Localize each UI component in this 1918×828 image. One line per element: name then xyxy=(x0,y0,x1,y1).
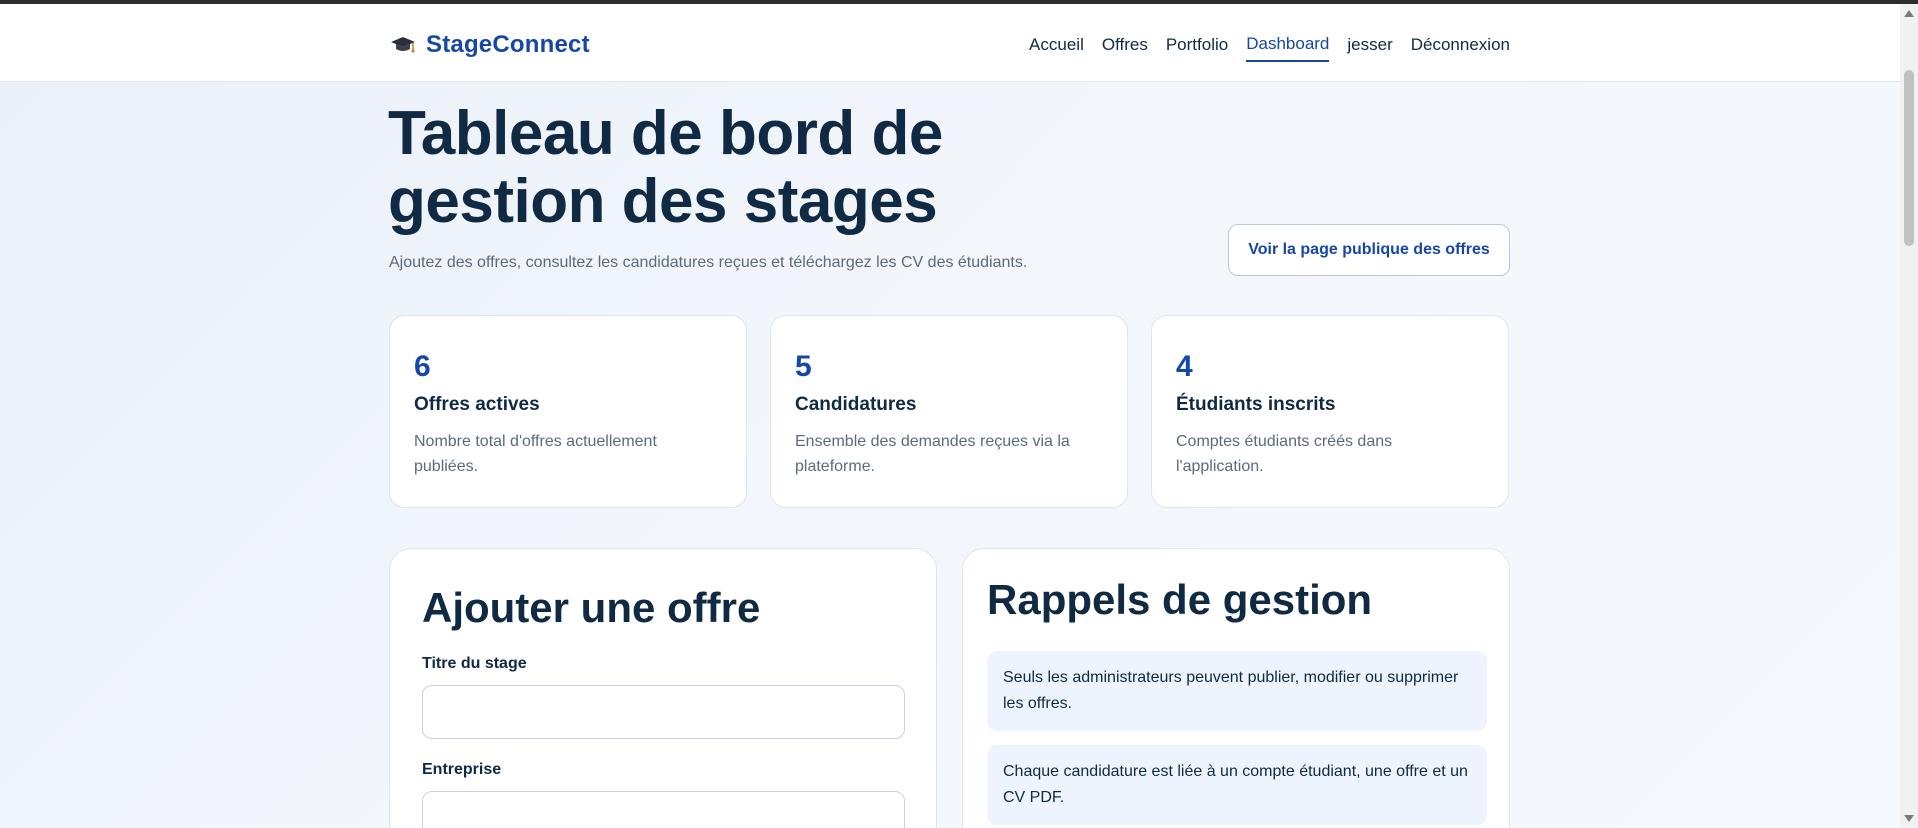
vertical-scrollbar[interactable] xyxy=(1900,4,1918,828)
navbar: StageConnect Accueil Offres Portfolio Da… xyxy=(0,4,1900,82)
stat-description: Ensemble des demandes reçues via la plat… xyxy=(795,433,1070,475)
field-label-title: Titre du stage xyxy=(422,655,527,672)
add-offer-title: Ajouter une offre xyxy=(422,584,761,631)
nav-link-user[interactable]: jesser xyxy=(1347,35,1392,61)
reminder-item: Chaque candidature est liée à un compte … xyxy=(987,745,1487,825)
add-offer-panel: Ajouter une offre Titre du stage Entrepr… xyxy=(389,548,937,828)
stat-description: Nombre total d'offres actuellement publi… xyxy=(414,433,657,475)
reminders-title: Rappels de gestion xyxy=(987,576,1373,623)
brand-name: StageConnect xyxy=(426,31,590,58)
nav-link-offres[interactable]: Offres xyxy=(1102,35,1148,61)
graduation-cap-icon xyxy=(391,37,415,53)
stat-description: Comptes étudiants créés dans l'applicati… xyxy=(1176,433,1393,475)
public-offers-button[interactable]: Voir la page publique des offres xyxy=(1228,224,1510,276)
stat-card-applications: 5 Candidatures Ensemble des demandes reç… xyxy=(770,315,1128,508)
internship-title-input[interactable] xyxy=(422,685,905,739)
page-subtitle: Ajoutez des offres, consultez les candid… xyxy=(389,254,1028,271)
company-input[interactable] xyxy=(422,791,905,828)
stat-value: 6 xyxy=(414,350,431,383)
stat-value: 4 xyxy=(1176,350,1193,383)
stat-card-offers: 6 Offres actives Nombre total d'offres a… xyxy=(389,315,747,508)
nav-link-portfolio[interactable]: Portfolio xyxy=(1166,35,1228,61)
stat-label: Candidatures xyxy=(795,394,917,415)
page-title: Tableau de bord de gestion des stages xyxy=(388,99,943,236)
scroll-up-arrow-icon[interactable] xyxy=(1904,10,1914,17)
field-label-company: Entreprise xyxy=(422,761,502,778)
nav-link-dashboard[interactable]: Dashboard xyxy=(1246,34,1330,62)
stat-label: Étudiants inscrits xyxy=(1176,394,1336,415)
scroll-down-arrow-icon[interactable] xyxy=(1904,815,1914,822)
page: StageConnect Accueil Offres Portfolio Da… xyxy=(0,4,1900,828)
stat-label: Offres actives xyxy=(414,394,540,415)
scrollbar-thumb[interactable] xyxy=(1904,70,1914,246)
brand[interactable]: StageConnect xyxy=(390,31,590,59)
nav-link-accueil[interactable]: Accueil xyxy=(1029,35,1084,61)
reminders-panel: Rappels de gestion Seuls les administrat… xyxy=(962,548,1510,828)
stat-value: 5 xyxy=(795,350,812,383)
main-nav: Accueil Offres Portfolio Dashboard jesse… xyxy=(1029,34,1510,62)
nav-link-logout[interactable]: Déconnexion xyxy=(1411,35,1510,61)
reminder-item: Seuls les administrateurs peuvent publie… xyxy=(987,651,1487,731)
stat-card-students: 4 Étudiants inscrits Comptes étudiants c… xyxy=(1151,315,1509,508)
